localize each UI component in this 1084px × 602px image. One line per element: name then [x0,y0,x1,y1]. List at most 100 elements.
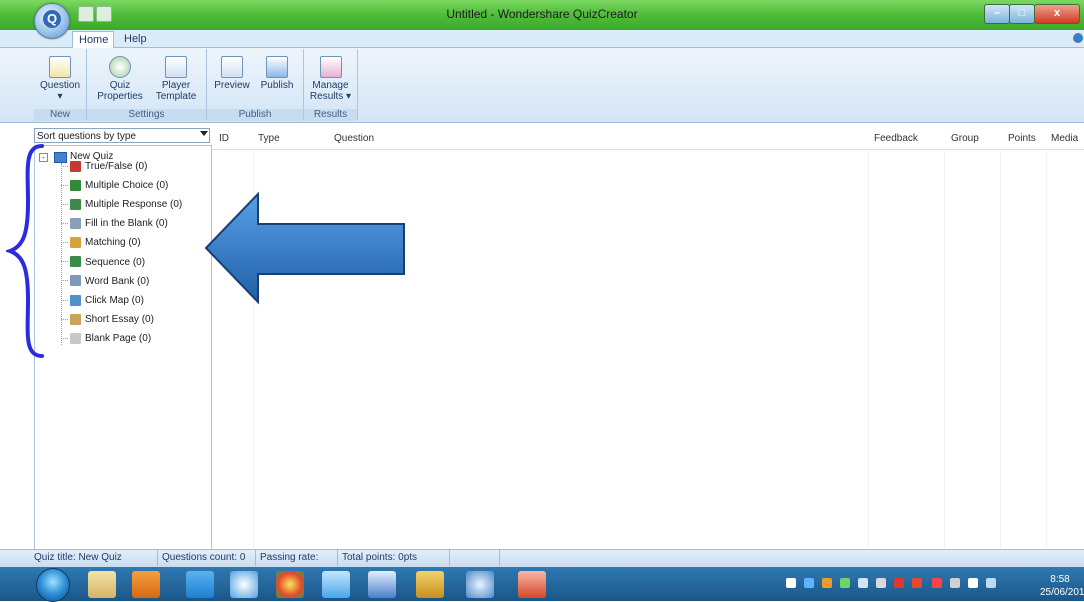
tray-grid-icon[interactable] [786,578,796,588]
tray-tool-icon[interactable] [876,578,886,588]
tree-item-true-false[interactable]: True/False (0) [61,157,147,176]
close-button[interactable]: x [1034,4,1080,24]
tree-item-label: Short Essay (0) [85,313,154,325]
sort-questions-dropdown[interactable]: Sort questions by type [34,128,210,143]
column-header-points[interactable]: Points [1008,128,1036,149]
tray-volume-icon[interactable] [986,578,996,588]
multiple-response-icon [70,199,81,211]
group-label-settings: Settings [87,109,206,121]
tray-app-icon[interactable] [822,578,832,588]
tree-item-multiple-choice[interactable]: Multiple Choice (0) [61,176,168,195]
tree-item-fill-blank[interactable]: Fill in the Blank (0) [61,214,168,233]
manage-results-icon [319,56,342,78]
quiz-properties-button[interactable]: Quiz Properties [95,56,145,102]
clock-date[interactable]: 25/06/2015 [1040,587,1084,598]
tree-connector [61,318,68,320]
chevron-down-icon[interactable] [200,131,208,136]
tree-item-blank-page[interactable]: Blank Page (0) [61,329,151,348]
tree-item-label: Blank Page (0) [85,332,152,344]
tree-connector [61,204,68,206]
publish-label: Publish [260,80,294,91]
tree-item-label: Fill in the Blank (0) [85,218,168,230]
close-icon: x [1053,7,1061,19]
chrome-icon[interactable] [276,571,304,598]
powerpoint-icon[interactable] [518,571,546,598]
tree-item-label: Multiple Choice (0) [85,180,169,192]
tree-item-short-essay[interactable]: Short Essay (0) [61,310,154,329]
column-header-media[interactable]: Media [1051,128,1078,149]
column-divider [868,149,869,548]
tree-item-word-bank[interactable]: Word Bank (0) [61,272,149,291]
help-icon[interactable] [1073,33,1083,43]
photos-icon[interactable] [322,571,350,598]
fill-blank-icon [70,218,81,230]
disc-app-icon[interactable] [230,571,258,598]
tree-item-label: Word Bank (0) [85,275,150,287]
tree-item-label: Matching (0) [85,237,141,249]
tree-item-matching[interactable]: Matching (0) [61,233,141,252]
open-folder-icon[interactable] [78,6,94,22]
status-questions-count: Questions count: 0 [158,549,256,566]
tree-item-click-map[interactable]: Click Map (0) [61,291,144,310]
tray-device-icon[interactable] [950,578,960,588]
file-explorer-icon[interactable] [88,571,116,598]
tree-connector [61,184,68,186]
publish-button[interactable]: Publish [256,56,298,91]
tree-item-multiple-response[interactable]: Multiple Response (0) [61,195,182,214]
minimize-button[interactable]: – [984,4,1010,24]
quiz-properties-sub: Properties [97,91,143,102]
column-divider [1046,149,1047,548]
status-passing-rate: Passing rate: 80% [256,549,338,580]
player-template-button[interactable]: Player Template [150,56,202,102]
tree-connector [61,165,68,167]
start-button[interactable] [36,568,70,602]
maximize-icon: □ [1018,7,1026,19]
dropbox-icon[interactable] [186,571,214,598]
click-map-icon [70,294,81,306]
matching-icon [70,237,81,249]
annotation-brace [6,144,44,358]
column-header-id[interactable]: ID [219,128,229,149]
column-divider [1000,149,1001,548]
tab-help[interactable]: Help [118,31,153,47]
app-menu-button[interactable]: Q [34,3,70,39]
quizcreator-taskbar-icon[interactable] [466,571,494,598]
manage-results-button[interactable]: Manage Results ▾ [306,56,355,102]
status-total-points: Total points: 0pts [338,549,450,566]
preview-button[interactable]: Preview [212,56,252,91]
tree-item-label: True/False (0) [85,161,148,172]
quiz-properties-icon [109,56,131,78]
tab-home[interactable]: Home [72,31,114,48]
column-header-question[interactable]: Question [334,128,374,149]
tree-item-sequence[interactable]: Sequence (0) [61,253,145,272]
column-header-feedback[interactable]: Feedback [874,128,918,149]
maximize-button[interactable]: □ [1009,4,1035,24]
tray-sync-icon[interactable] [858,578,868,588]
tray-security-icon[interactable] [894,578,904,588]
player-template-label: Player [161,80,191,91]
word-icon[interactable] [368,571,396,598]
media-player-icon[interactable] [132,571,160,598]
tray-flag-icon[interactable] [932,578,942,588]
tree-item-label: Multiple Response (0) [85,199,183,211]
tree-connector [61,299,68,301]
question-dropdown-icon: ▾ [57,91,63,102]
blank-page-icon [70,332,81,344]
save-icon[interactable] [96,6,112,22]
column-header-group[interactable]: Group [951,128,979,149]
window-title: Untitled - Wondershare QuizCreator [446,7,638,21]
status-quiz-title: Quiz title: New Quiz [30,549,158,566]
tray-dropbox-icon[interactable] [804,578,814,588]
question-label: Question [39,80,81,91]
tree-connector [61,223,68,225]
tree-item-label: Click Map (0) [85,294,144,306]
manage-results-sub: Results ▾ [309,91,352,102]
archive-icon[interactable] [416,571,444,598]
tray-battery-icon[interactable] [968,578,978,588]
question-button[interactable]: Question ▾ [36,56,84,102]
tray-amd-icon[interactable] [912,578,922,588]
column-header-type[interactable]: Type [258,128,280,149]
clock-time[interactable]: 8:58 [1040,574,1080,585]
tree-connector [61,337,68,339]
tray-network-icon[interactable] [840,578,850,588]
